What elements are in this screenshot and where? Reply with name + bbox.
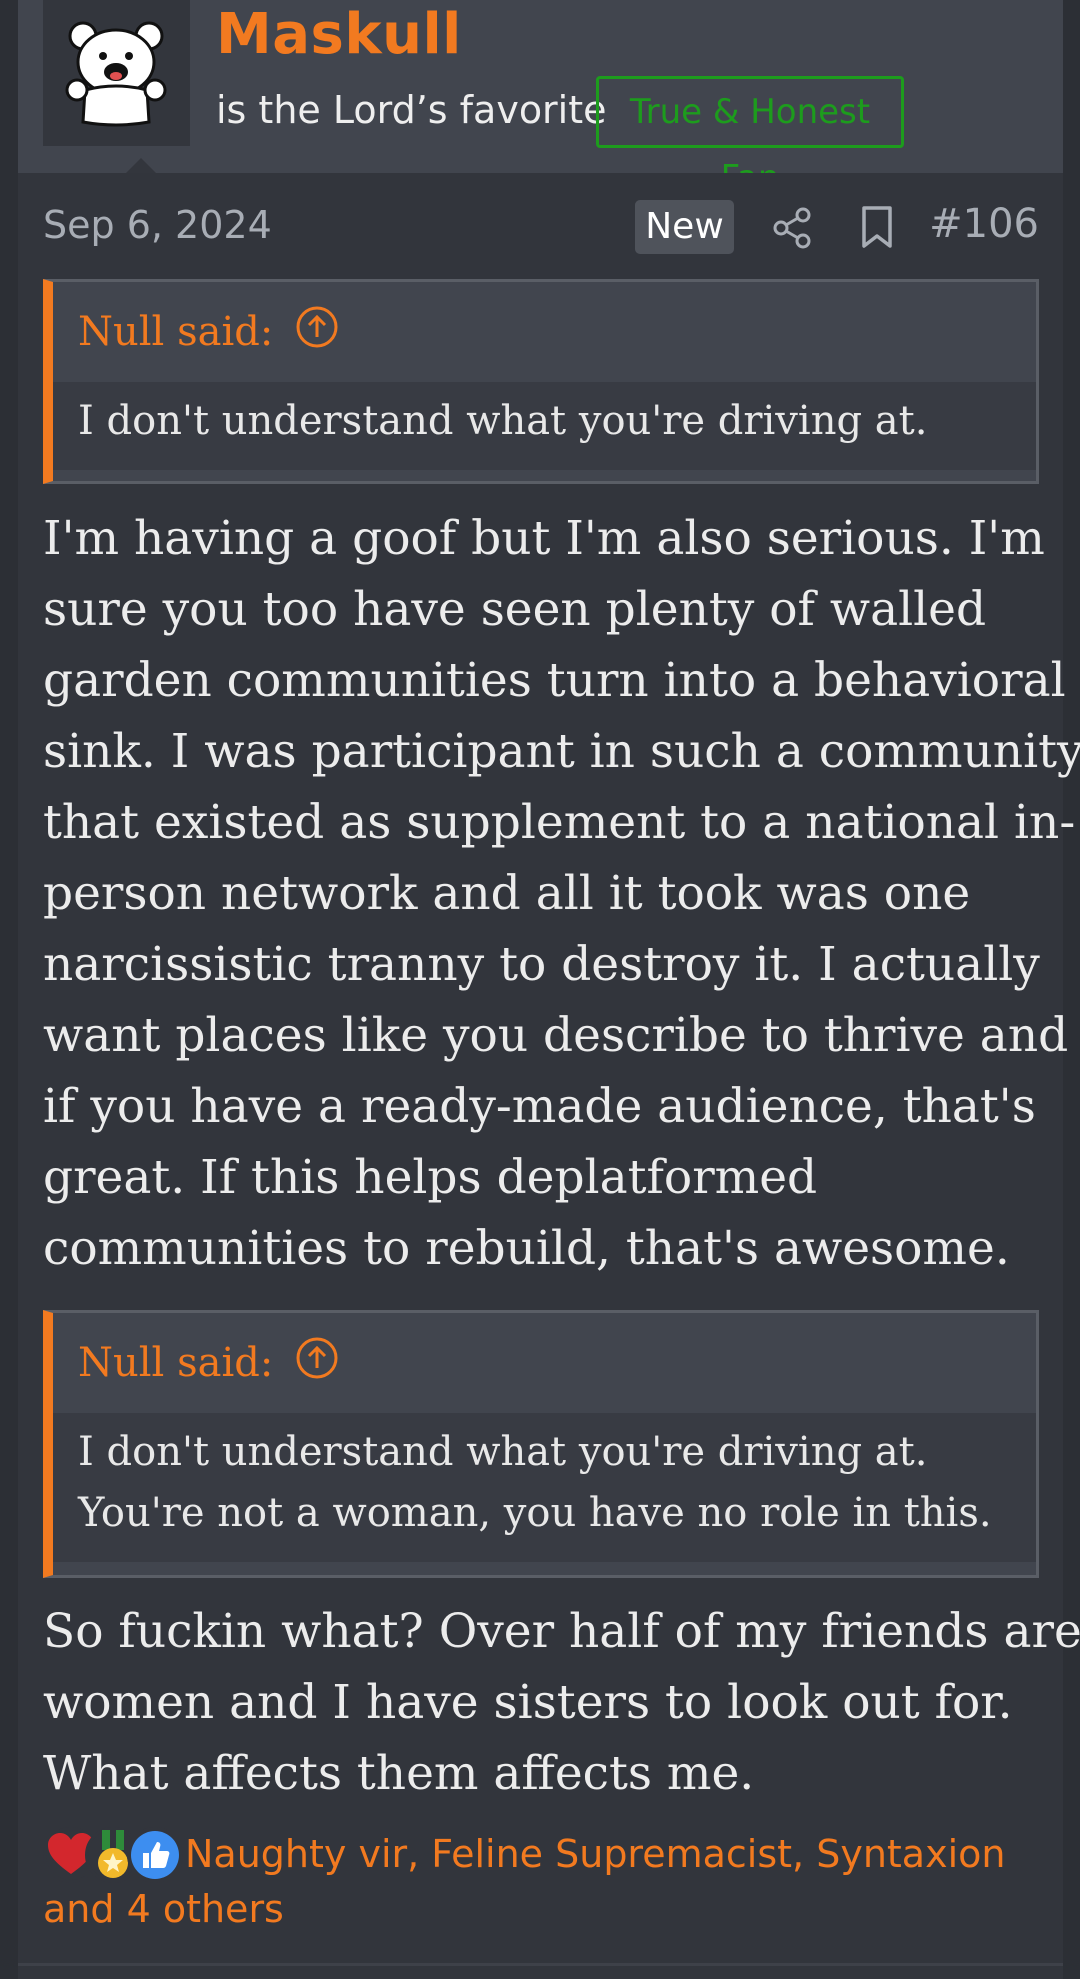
text-line: if you have a ready-made audience, that'… xyxy=(43,1079,1036,1134)
thumbs-up-icon xyxy=(127,1827,183,1883)
left-gutter xyxy=(0,0,18,1979)
quote-author[interactable]: Null said: xyxy=(78,309,273,355)
text-line: sink. I was participant in such a commun… xyxy=(43,724,1080,779)
reaction-others[interactable]: and 4 others xyxy=(43,1882,1053,1937)
reaction-names[interactable]: Naughty vir, Feline Supremacist, Syntaxi… xyxy=(185,1832,1005,1876)
post-page: Maskull is the Lord’s favorite True & Ho… xyxy=(0,0,1080,1979)
user-title: is the Lord’s favorite xyxy=(216,88,607,132)
text-line: What affects them affects me. xyxy=(43,1746,755,1801)
user-banner: True & Honest Fan xyxy=(596,76,904,198)
right-gutter xyxy=(1063,0,1080,1979)
bookmark-icon[interactable] xyxy=(860,205,894,253)
bear-mascot-icon xyxy=(65,21,167,127)
reaction-users-link[interactable]: Naughty vir, Feline Supremacist, Syntaxi… xyxy=(43,1827,1053,1937)
avatar[interactable] xyxy=(43,0,190,174)
text-line: women and I have sisters to look out for… xyxy=(43,1675,1013,1730)
quote-header[interactable]: Null said: xyxy=(53,282,1036,382)
quote-block: Null said: I don't understand what you'r… xyxy=(43,279,1039,484)
text-line: person network and all it took was one xyxy=(43,866,971,921)
post-body-text: I'm having a goof but I'm also serious. … xyxy=(43,503,1080,1284)
new-badge: New xyxy=(635,200,734,254)
text-line: narcissistic tranny to destroy it. I act… xyxy=(43,937,1040,992)
reaction-icons[interactable] xyxy=(43,1827,193,1887)
avatar-pointer xyxy=(125,158,157,174)
text-line: great. If this helps deplatformed xyxy=(43,1150,818,1205)
post-divider xyxy=(18,1963,1063,1966)
text-line: sure you too have seen plenty of walled xyxy=(43,582,987,637)
post-date[interactable]: Sep 6, 2024 xyxy=(43,203,272,247)
username-link[interactable]: Maskull xyxy=(216,2,462,67)
quote-line: I don't understand what you're driving a… xyxy=(78,1429,928,1475)
post-body-text: So fuckin what? Over half of my friends … xyxy=(43,1596,1080,1809)
quote-content: I don't understand what you're driving a… xyxy=(53,1413,1036,1562)
post-number-link[interactable]: #106 xyxy=(929,201,1039,247)
text-line: communities to rebuild, that's awesome. xyxy=(43,1221,1010,1276)
quote-content: I don't understand what you're driving a… xyxy=(53,382,1036,470)
post-container: Sep 6, 2024 New #106 Null said: I don't … xyxy=(18,173,1080,1979)
text-line: So fuckin what? Over half of my friends … xyxy=(43,1604,1080,1659)
quote-line: You're not a woman, you have no role in … xyxy=(78,1490,992,1536)
text-line: I'm having a goof but I'm also serious. … xyxy=(43,511,1045,566)
jump-to-quote-icon[interactable] xyxy=(295,1336,339,1390)
quote-header[interactable]: Null said: xyxy=(53,1313,1036,1413)
quote-line: I don't understand what you're driving a… xyxy=(78,398,928,444)
share-icon[interactable] xyxy=(772,207,812,253)
user-header: Maskull is the Lord’s favorite True & Ho… xyxy=(18,0,1063,198)
text-line: garden communities turn into a behaviora… xyxy=(43,653,1066,708)
quote-author[interactable]: Null said: xyxy=(78,1340,273,1386)
quote-block: Null said: I don't understand what you'r… xyxy=(43,1310,1039,1578)
jump-to-quote-icon[interactable] xyxy=(295,305,339,359)
text-line: that existed as supplement to a national… xyxy=(43,795,1076,850)
text-line: want places like you describe to thrive … xyxy=(43,1008,1069,1063)
